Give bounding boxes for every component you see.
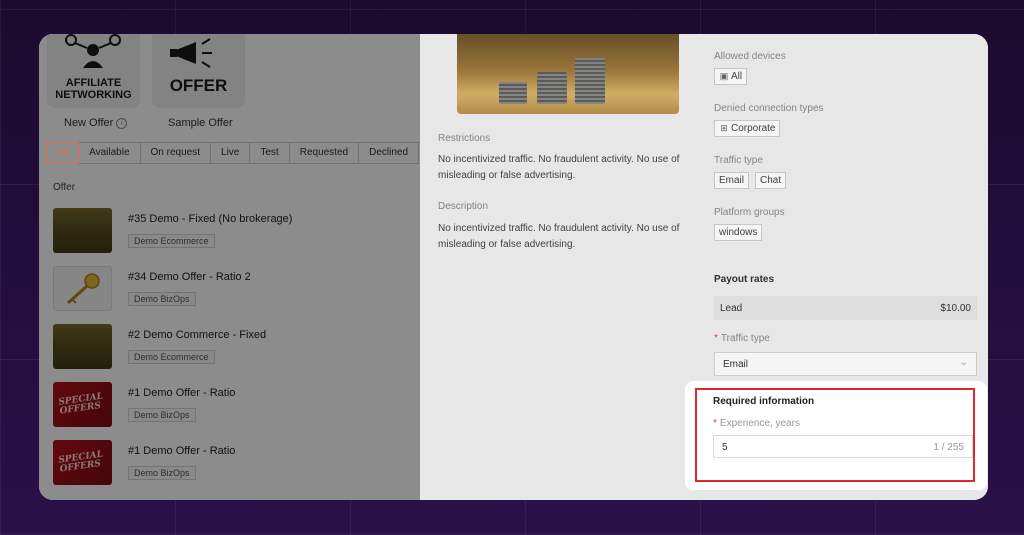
required-info-card: Required information * Experience, years … (685, 381, 987, 490)
experience-input[interactable]: 5 1 / 255 (713, 435, 973, 458)
character-count: 1 / 255 (933, 442, 964, 453)
required-asterisk: * (713, 418, 717, 429)
offers-page: AFFILIATE NETWORKING New Offer i OFFER Sa… (39, 34, 420, 500)
experience-value: 5 (722, 442, 728, 453)
modal-backdrop[interactable] (39, 34, 420, 500)
tab-all[interactable]: All (46, 142, 80, 164)
experience-label: * Experience, years (713, 418, 800, 429)
required-info-title: Required information (713, 396, 815, 407)
app-window: AFFILIATE NETWORKING New Offer i OFFER Sa… (39, 34, 988, 500)
